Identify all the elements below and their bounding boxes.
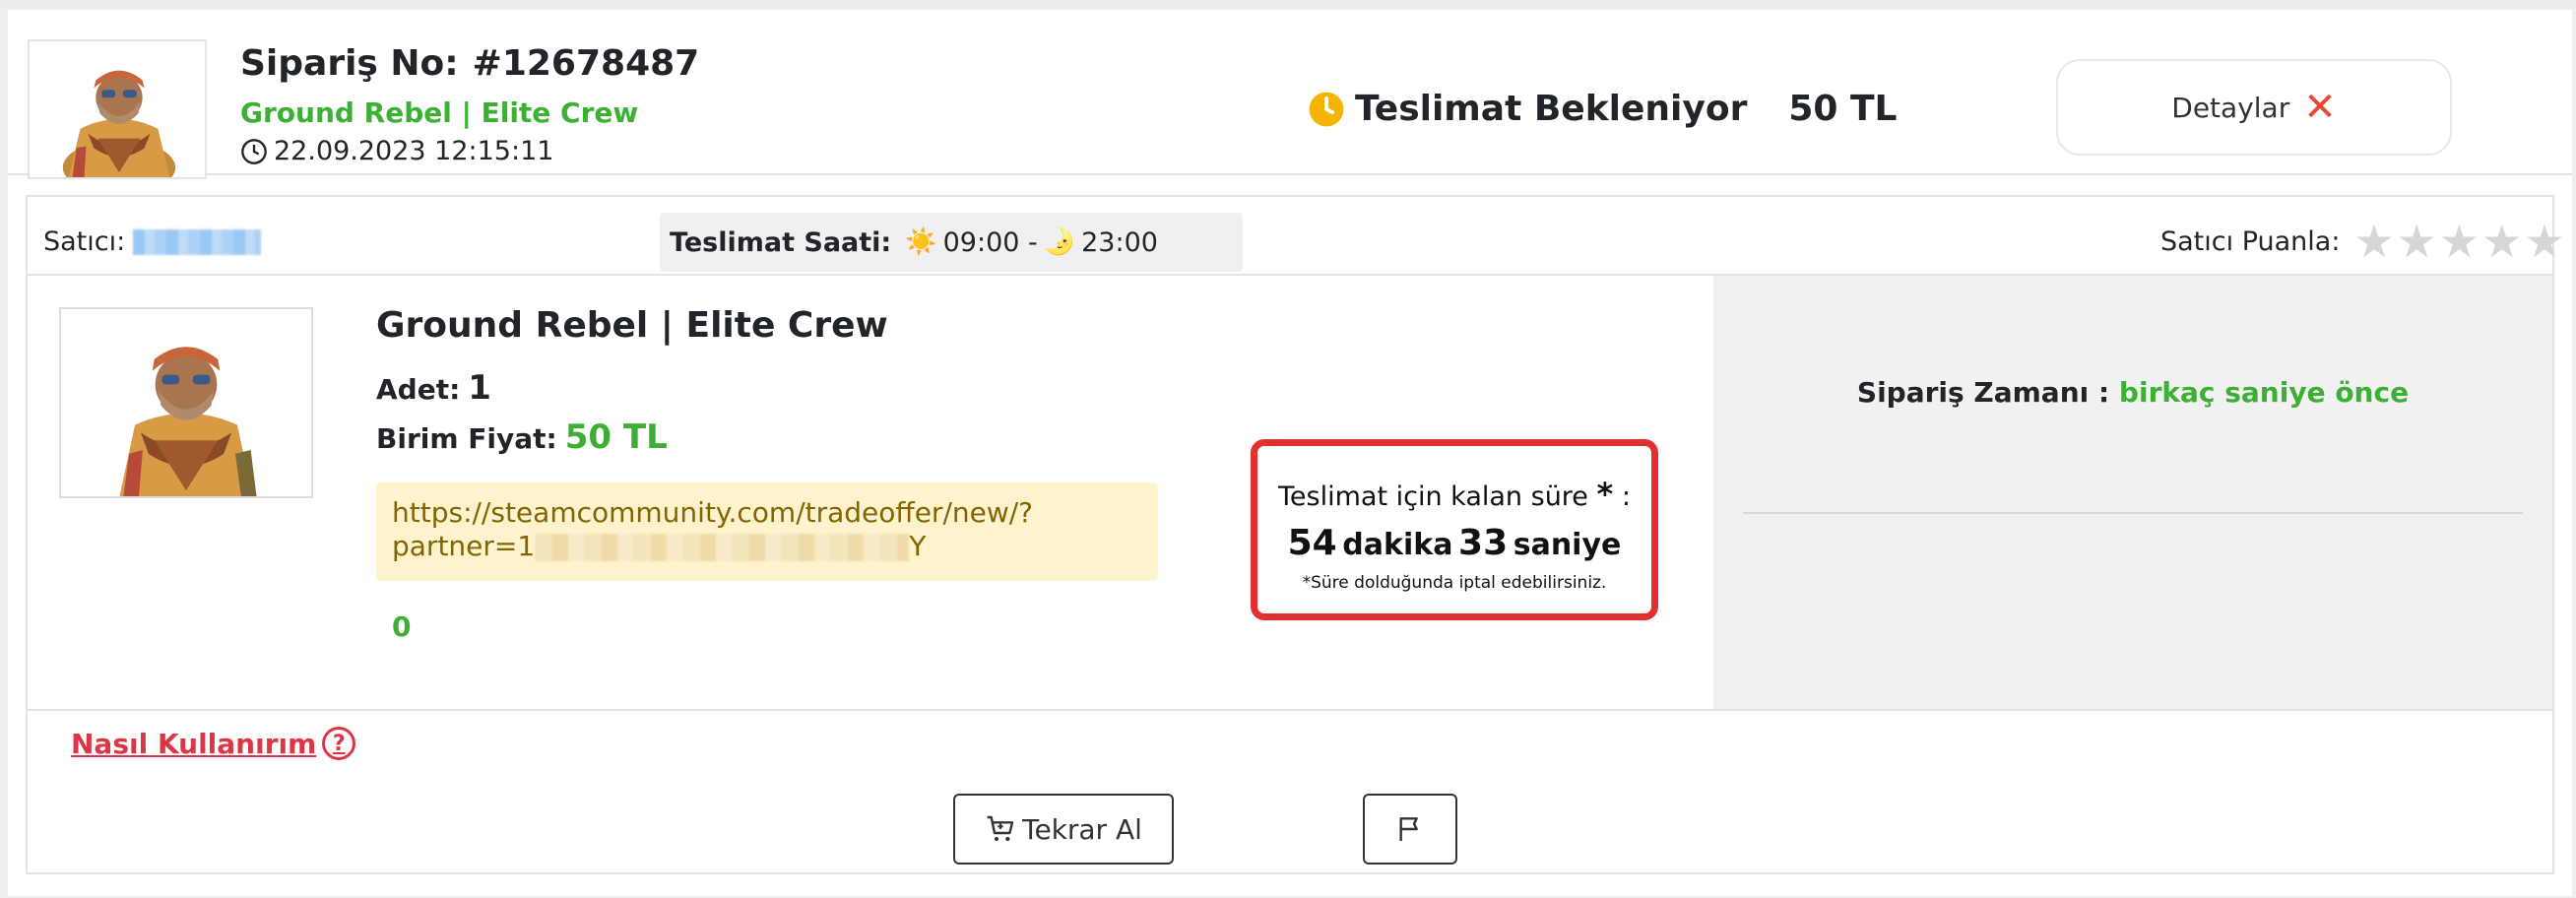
page: Sipariş No: #12678487 Ground Rebel | Elit…	[0, 0, 2576, 898]
countdown-time: 54 dakika 33 saniye	[1257, 523, 1651, 563]
star-icon[interactable]: ★	[2524, 219, 2564, 264]
order-price: 50 TL	[1788, 89, 1898, 129]
sun-icon: ☀️	[905, 227, 937, 257]
status-text: Teslimat Bekleniyor	[1355, 89, 1748, 129]
rebuy-label: Tekrar Al	[1022, 812, 1142, 846]
seller-info: Satıcı:	[43, 226, 262, 257]
trade-link-line1: https://steamcommunity.com/tradeoffer/ne…	[392, 496, 1034, 529]
seller-rating: Satıcı Puanla: ★ ★ ★ ★ ★	[2160, 219, 2567, 264]
order-time-value: birkaç saniye önce	[2118, 376, 2410, 409]
order-header: Sipariş No: #12678487 Ground Rebel | Elit…	[8, 10, 2572, 179]
countdown-colon: :	[1621, 481, 1631, 512]
order-time: Sipariş Zamanı : birkaç saniye önce	[1713, 376, 2552, 409]
star-icon[interactable]: ★	[2439, 219, 2479, 264]
qty-value: 1	[468, 368, 491, 408]
start-time: 09:00 -	[942, 226, 1038, 258]
moon-icon: 🌛	[1043, 227, 1076, 257]
delivery-hours-label: Teslimat Saati:	[670, 226, 892, 258]
character-image	[30, 41, 205, 177]
end-time: 23:00	[1081, 226, 1158, 258]
counter-value: 0	[392, 610, 412, 643]
rebuy-button[interactable]: Tekrar Al	[953, 794, 1174, 865]
seconds-label: saniye	[1513, 528, 1622, 562]
rating-stars: ★ ★ ★ ★ ★	[2353, 219, 2566, 264]
product-area: Ground Rebel | Elite Crew Adet: 1 Birim F…	[28, 276, 2552, 711]
status-clock-icon	[1309, 92, 1344, 126]
order-date: 22.09.2023 12:15:11	[240, 136, 553, 166]
star-icon[interactable]: ★	[2481, 219, 2522, 264]
quantity: Adet: 1	[376, 368, 491, 408]
countdown-seconds: 33	[1458, 523, 1509, 563]
countdown-note: *Süre dolduğunda iptal edebilirsiniz.	[1302, 573, 1607, 593]
unit-price-value: 50 TL	[564, 417, 668, 457]
rate-label: Satıcı Puanla:	[2160, 225, 2341, 257]
countdown-label-line: Teslimat için kalan süre * :	[1257, 476, 1651, 513]
top-strip	[0, 0, 2576, 10]
report-button[interactable]	[1363, 794, 1457, 865]
countdown-minutes: 54	[1287, 523, 1337, 563]
trade-link[interactable]: https://steamcommunity.com/tradeoffer/ne…	[376, 482, 1158, 581]
unit-price: Birim Fiyat: 50 TL	[376, 417, 668, 457]
countdown-label: Teslimat için kalan süre	[1278, 481, 1588, 512]
delivery-hours: Teslimat Saati: ☀️ 09:00 - 🌛 23:00	[660, 213, 1243, 272]
order-time-label: Sipariş Zamanı :	[1856, 376, 2110, 409]
how-to-label: Nasıl Kullanırım	[71, 727, 317, 760]
product-image	[59, 307, 313, 498]
order-date-text: 22.09.2023 12:15:11	[274, 136, 554, 166]
star-icon[interactable]: ★	[2397, 219, 2437, 264]
cart-icon	[987, 815, 1014, 842]
item-name-link[interactable]: Ground Rebel | Elite Crew	[240, 96, 638, 129]
minutes-label: dakika	[1342, 528, 1453, 562]
details-button[interactable]: Detaylar ✕	[2056, 59, 2452, 156]
trade-link-blurred	[535, 534, 910, 561]
details-label: Detaylar	[2171, 91, 2290, 124]
help-question-icon: ?	[322, 727, 356, 760]
flag-icon	[1399, 817, 1418, 841]
order-number: #12678487	[472, 43, 700, 84]
trade-link-suffix: Y	[909, 530, 927, 562]
delivery-status: Teslimat Bekleniyor 50 TL	[1308, 89, 1897, 129]
order-time-panel: Sipariş Zamanı : birkaç saniye önce	[1713, 276, 2552, 709]
countdown-asterisk: *	[1596, 476, 1614, 513]
trade-link-prefix: partner=1	[392, 530, 536, 562]
divider	[1743, 512, 2523, 514]
order-label: Sipariş No:	[240, 43, 459, 84]
close-x-icon: ✕	[2303, 85, 2337, 130]
star-icon[interactable]: ★	[2353, 219, 2394, 264]
seller-name-blurred[interactable]	[133, 228, 262, 255]
order-body: Satıcı: Teslimat Saati: ☀️ 09:00 - 🌛 23:…	[26, 195, 2565, 874]
seller-row: Satıcı: Teslimat Saati: ☀️ 09:00 - 🌛 23:…	[28, 197, 2565, 276]
delivery-countdown: Teslimat için kalan süre * : 54 dakika 3…	[1251, 439, 1658, 620]
product-name: Ground Rebel | Elite Crew	[376, 305, 888, 346]
qty-label: Adet:	[376, 373, 461, 406]
unit-price-label: Birim Fiyat:	[376, 422, 557, 455]
seller-label: Satıcı:	[43, 226, 126, 257]
order-card: Sipariş No: #12678487 Ground Rebel | Elit…	[8, 10, 2572, 896]
order-number-title: Sipariş No: #12678487	[240, 43, 699, 84]
item-thumbnail	[28, 39, 207, 179]
how-to-use-link[interactable]: Nasıl Kullanırım ?	[71, 727, 356, 760]
clock-icon	[241, 138, 267, 164]
character-image	[61, 309, 311, 496]
